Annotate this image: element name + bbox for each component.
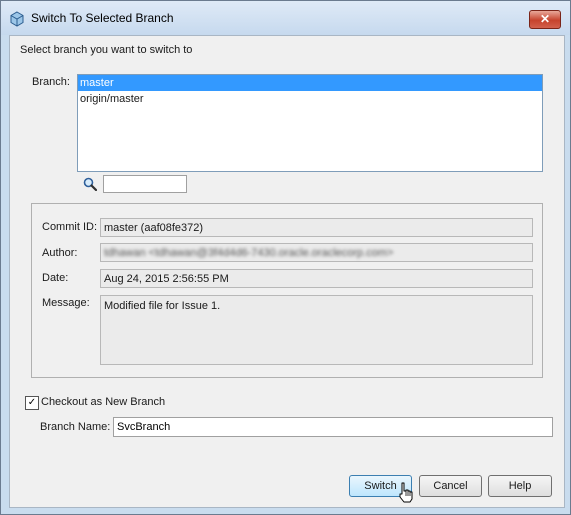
- branch-name-input[interactable]: [113, 417, 553, 437]
- author-value: tdhawan <tdhawan@3f4d4d6-7430.oracle.ora…: [104, 247, 394, 259]
- commit-id-field: master (aaf08fe372): [100, 218, 533, 237]
- title-bar[interactable]: Switch To Selected Branch ✕: [1, 1, 570, 35]
- branch-name-label: Branch Name:: [40, 421, 111, 433]
- close-button[interactable]: ✕: [529, 10, 561, 29]
- mouse-cursor-icon: [399, 482, 413, 503]
- branch-list[interactable]: master origin/master: [77, 74, 543, 172]
- checkout-new-branch-label[interactable]: Checkout as New Branch: [41, 396, 165, 408]
- branch-item-origin-master[interactable]: origin/master: [78, 91, 542, 107]
- commit-details-panel: Commit ID: master (aaf08fe372) Author: t…: [31, 203, 543, 378]
- close-icon: ✕: [539, 12, 551, 26]
- dialog-window: Switch To Selected Branch ✕ Select branc…: [0, 0, 571, 515]
- dialog-content: Select branch you want to switch to Bran…: [9, 35, 565, 508]
- checkmark-icon: ✓: [27, 397, 37, 408]
- search-icon: [83, 177, 97, 191]
- cancel-button[interactable]: Cancel: [419, 475, 482, 497]
- author-field: tdhawan <tdhawan@3f4d4d6-7430.oracle.ora…: [100, 243, 533, 262]
- commit-id-label: Commit ID:: [42, 221, 97, 233]
- message-label: Message:: [42, 297, 90, 309]
- branch-item-master[interactable]: master: [78, 75, 542, 91]
- message-field: Modified file for Issue 1.: [100, 295, 533, 365]
- help-button[interactable]: Help: [488, 475, 552, 497]
- dialog-title: Switch To Selected Branch: [31, 11, 174, 25]
- branch-search-input[interactable]: [103, 175, 187, 193]
- netbeans-cube-icon: [10, 11, 24, 27]
- branch-label: Branch:: [32, 76, 70, 88]
- date-field: Aug 24, 2015 2:56:55 PM: [100, 269, 533, 288]
- instruction-text: Select branch you want to switch to: [20, 44, 193, 56]
- date-label: Date:: [42, 272, 69, 284]
- author-label: Author:: [42, 247, 78, 259]
- checkout-new-branch-checkbox[interactable]: ✓: [25, 396, 39, 410]
